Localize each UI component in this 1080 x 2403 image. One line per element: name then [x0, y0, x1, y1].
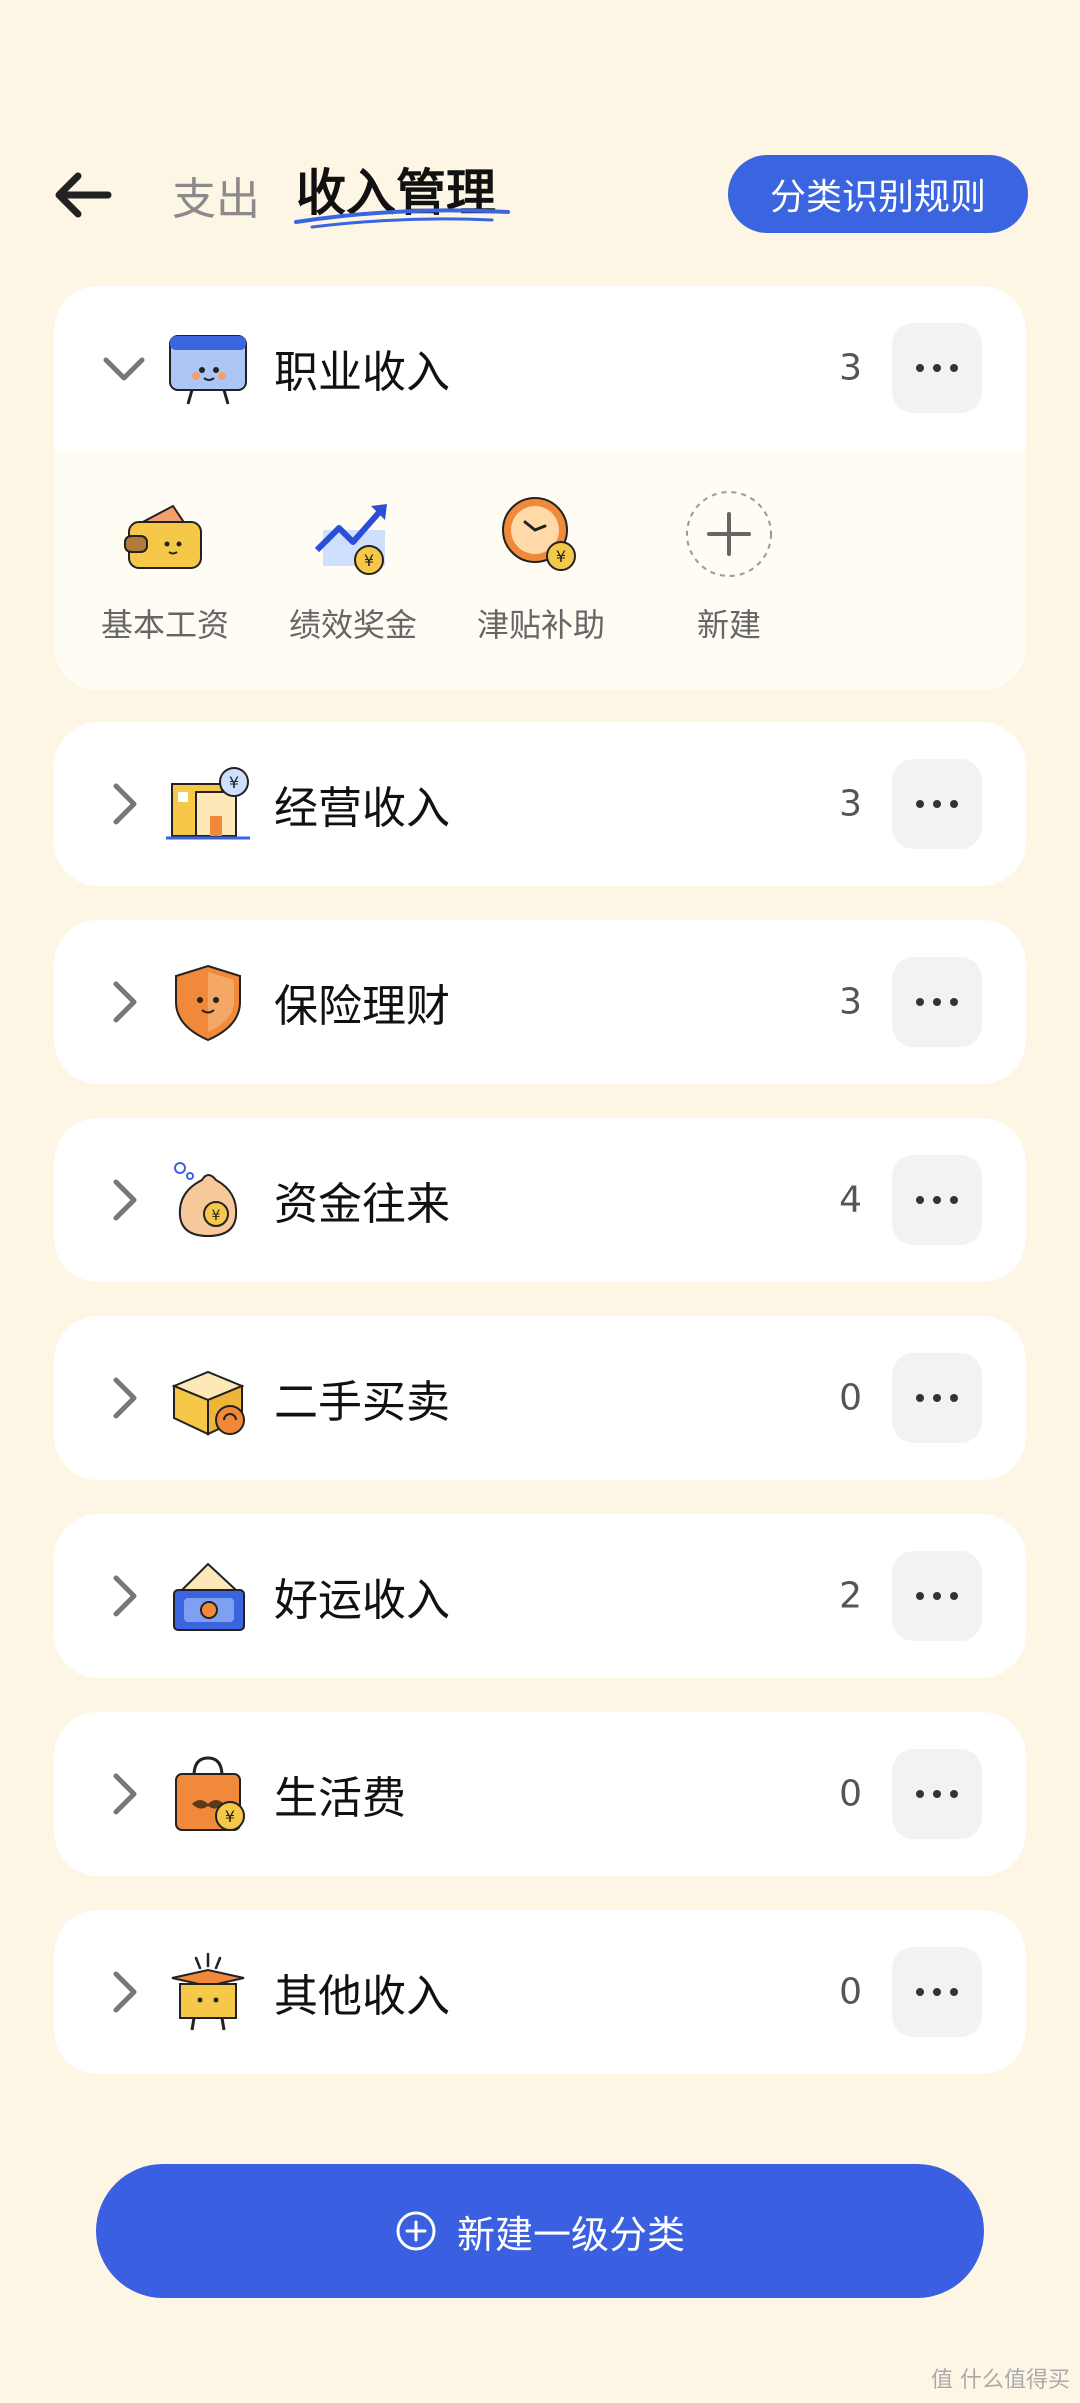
more-options-button[interactable]	[892, 1353, 982, 1443]
shield-icon	[175, 964, 241, 1042]
chevron-right-icon[interactable]	[96, 974, 152, 1030]
more-options-button[interactable]	[892, 1155, 982, 1245]
category-count: 3	[839, 347, 862, 389]
package-icon	[171, 1370, 245, 1436]
shop-icon: ¥	[166, 767, 250, 840]
category-count: 0	[839, 1377, 862, 1419]
add-subcategory-button[interactable]: 新建	[654, 490, 804, 644]
category-label: 生活费	[274, 1773, 406, 1824]
watermark: 值 什么值得买	[931, 2368, 1070, 2393]
svg-text:¥: ¥	[225, 1807, 235, 1826]
svg-text:¥: ¥	[212, 1208, 221, 1224]
more-options-button[interactable]	[892, 1947, 982, 2037]
subcategory-item[interactable]: ¥ 津贴补助	[466, 490, 616, 644]
more-options-button[interactable]	[892, 1551, 982, 1641]
category-label: 资金往来	[274, 1179, 450, 1230]
category-row[interactable]: ¥ 资金往来 4	[54, 1118, 1026, 1282]
category-label: 其他收入	[274, 1971, 450, 2022]
wallet-icon	[124, 504, 202, 569]
category-card: 其他收入 0	[54, 1910, 1026, 2074]
ellipsis-icon	[916, 1196, 958, 1204]
tab-expense[interactable]: 支出	[172, 163, 260, 227]
back-button[interactable]	[48, 160, 118, 230]
category-label: 保险理财	[274, 981, 450, 1032]
ellipsis-icon	[916, 1394, 958, 1402]
classification-rules-button[interactable]: 分类识别规则	[728, 155, 1028, 233]
ellipsis-icon	[916, 1790, 958, 1798]
shopping-bag-icon: ¥	[175, 1756, 245, 1831]
ellipsis-icon	[916, 364, 958, 372]
category-card: 保险理财 3	[54, 920, 1026, 1084]
more-options-button[interactable]	[892, 323, 982, 413]
category-row[interactable]: 其他收入 0	[54, 1910, 1026, 2074]
clock-coin-icon: ¥	[502, 497, 576, 571]
subcategory-label: 绩效奖金	[288, 606, 417, 644]
category-card: ¥ 经营收入 3	[54, 722, 1026, 886]
category-label: 职业收入	[274, 347, 450, 398]
category-card: ¥ 生活费 0	[54, 1712, 1026, 1876]
category-label: 好运收入	[274, 1575, 450, 1626]
svg-text:¥: ¥	[229, 773, 239, 792]
category-label: 经营收入	[274, 783, 450, 834]
new-category-label: 新建一级分类	[456, 2212, 685, 2257]
category-row[interactable]: 好运收入 2	[54, 1514, 1026, 1678]
subcategory-item[interactable]: ¥ 绩效奖金	[278, 490, 428, 644]
wage-card-icon	[169, 335, 247, 405]
ellipsis-icon	[916, 998, 958, 1006]
category-count: 2	[839, 1575, 862, 1617]
category-label: 二手买卖	[274, 1377, 450, 1428]
ellipsis-icon	[916, 1592, 958, 1600]
more-options-button[interactable]	[892, 759, 982, 849]
chevron-down-icon[interactable]	[96, 340, 152, 396]
more-options-button[interactable]	[892, 1749, 982, 1839]
plus-circle-icon	[396, 2211, 436, 2251]
category-row[interactable]: ¥ 经营收入 3	[54, 722, 1026, 886]
chevron-right-icon[interactable]	[96, 1766, 152, 1822]
category-row[interactable]: ¥ 生活费 0	[54, 1712, 1026, 1876]
category-count: 0	[839, 1971, 862, 2013]
subcategory-label: 津贴补助	[476, 606, 605, 644]
category-row[interactable]: 保险理财 3	[54, 920, 1026, 1084]
tab-active-underline	[294, 208, 510, 229]
category-count: 3	[839, 981, 862, 1023]
income-management-screen: 支出 收入管理 分类识别规则 职业收入 3 基本工资 ¥ 绩效奖金 ¥ 津贴补助…	[0, 0, 1080, 2403]
category-card: 职业收入 3 基本工资 ¥ 绩效奖金 ¥ 津贴补助 新建	[54, 286, 1026, 690]
ellipsis-icon	[916, 1988, 958, 1996]
subcategory-item[interactable]: 基本工资	[90, 490, 240, 644]
category-row[interactable]: 职业收入 3	[54, 286, 1026, 450]
category-card: 二手买卖 0	[54, 1316, 1026, 1480]
growth-chart-icon: ¥	[314, 504, 387, 575]
chevron-right-icon[interactable]	[96, 1370, 152, 1426]
category-count: 4	[839, 1179, 862, 1221]
chevron-right-icon[interactable]	[96, 1172, 152, 1228]
category-card: 好运收入 2	[54, 1514, 1026, 1678]
category-card: ¥ 资金往来 4	[54, 1118, 1026, 1282]
new-primary-category-button[interactable]: 新建一级分类	[96, 2164, 984, 2298]
arrow-left-icon	[55, 172, 112, 218]
lucky-envelope-icon	[173, 1562, 245, 1631]
svg-text:¥: ¥	[556, 547, 566, 566]
subcategory-grid: 基本工资 ¥ 绩效奖金 ¥ 津贴补助 新建	[54, 450, 1026, 690]
more-options-button[interactable]	[892, 957, 982, 1047]
svg-text:¥: ¥	[364, 551, 374, 570]
open-box-icon	[171, 1952, 245, 2031]
category-count: 0	[839, 1773, 862, 1815]
money-bag-icon: ¥	[174, 1162, 238, 1238]
chevron-right-icon[interactable]	[96, 1568, 152, 1624]
category-row[interactable]: 二手买卖 0	[54, 1316, 1026, 1480]
ellipsis-icon	[916, 800, 958, 808]
subcategory-label: 基本工资	[100, 606, 229, 644]
chevron-right-icon[interactable]	[96, 1964, 152, 2020]
add-circle-icon	[686, 491, 772, 577]
chevron-right-icon[interactable]	[96, 776, 152, 832]
header: 支出 收入管理 分类识别规则	[0, 0, 1080, 260]
category-count: 3	[839, 783, 862, 825]
subcategory-label: 新建	[696, 606, 761, 644]
